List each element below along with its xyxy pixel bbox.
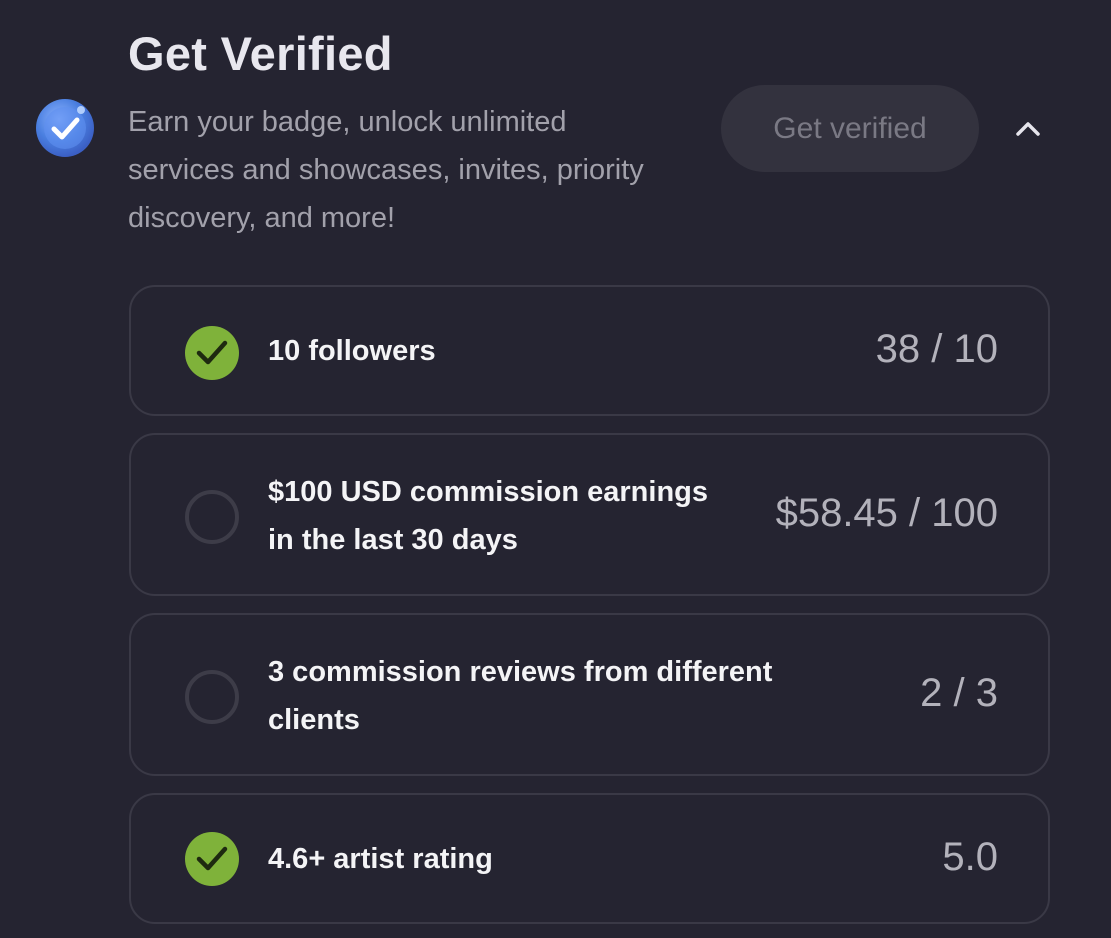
verification-panel: Get Verified Earn your badge, unlock unl…: [0, 0, 1111, 938]
incomplete-circle-icon: [185, 670, 239, 724]
page-subtitle: Earn your badge, unlock unlimited servic…: [128, 106, 644, 234]
requirement-progress: 5.0: [942, 835, 998, 879]
requirement-progress: 38 / 10: [875, 327, 998, 371]
requirement-card-rating: 4.6+ artist rating 5.0: [129, 793, 1050, 924]
requirement-card-earnings: $100 USD commission earnings in the last…: [129, 433, 1050, 596]
check-complete-icon: [185, 832, 239, 886]
requirement-progress: 2 / 3: [920, 671, 998, 715]
requirement-label: 4.6+ artist rating: [268, 843, 493, 875]
incomplete-circle-icon: [185, 490, 239, 544]
requirement-label: 10 followers: [268, 335, 436, 367]
requirement-label: 3 commission reviews from different clie…: [268, 656, 773, 736]
requirement-card-reviews: 3 commission reviews from different clie…: [129, 613, 1050, 776]
requirement-card-followers: 10 followers 38 / 10: [129, 285, 1050, 416]
requirement-label: $100 USD commission earnings in the last…: [268, 476, 708, 556]
page-title: Get Verified: [128, 27, 393, 80]
check-complete-icon: [185, 326, 239, 380]
chevron-up-icon[interactable]: [1013, 114, 1043, 144]
verified-badge-icon: [35, 98, 95, 158]
requirement-progress: $58.45 / 100: [775, 491, 998, 535]
get-verified-button[interactable]: Get verified: [721, 85, 979, 172]
